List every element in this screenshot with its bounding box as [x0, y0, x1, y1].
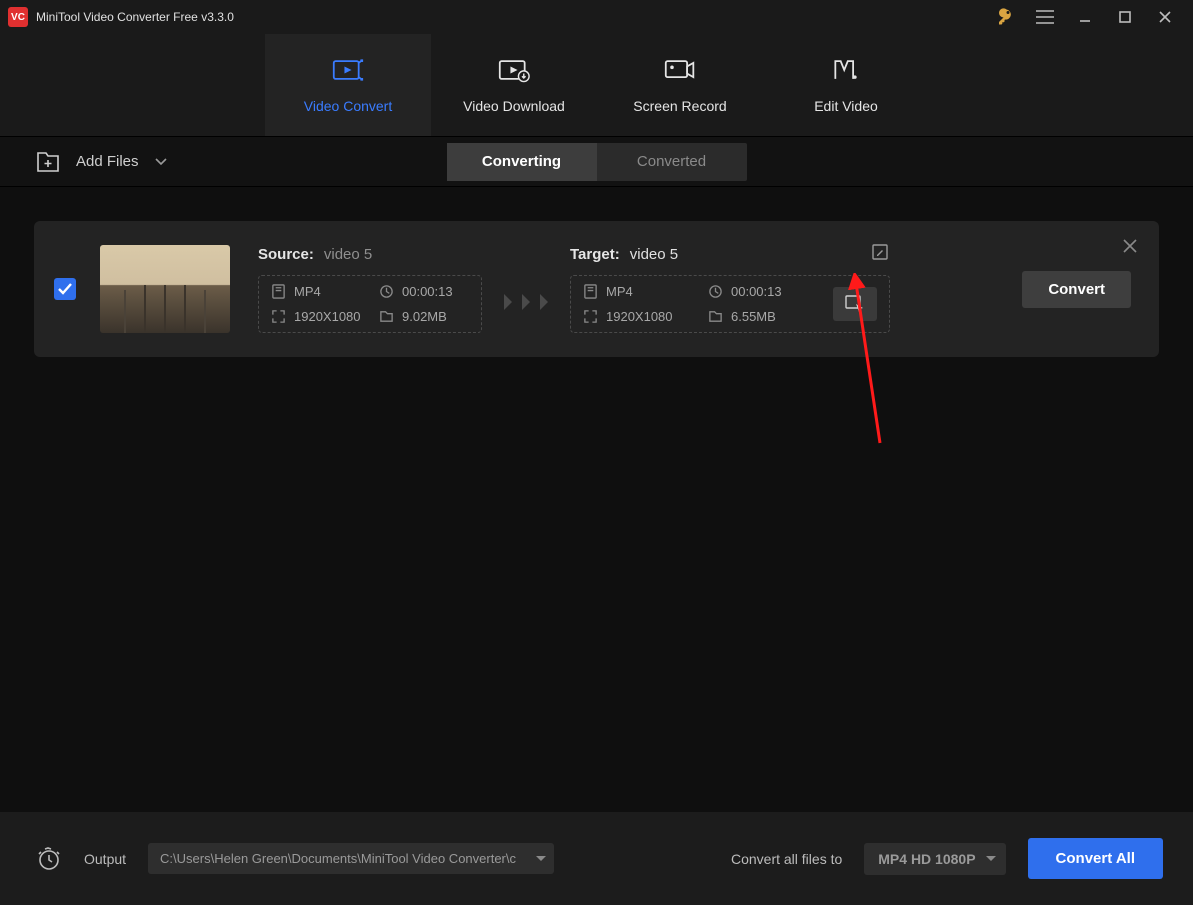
source-column: Source: video 5 MP4 00:00:13 1920X1080 9…	[258, 246, 482, 333]
output-label: Output	[84, 851, 126, 867]
title-bar: VC MiniTool Video Converter Free v3.3.0	[0, 0, 1193, 34]
edit-settings-button[interactable]	[833, 287, 877, 321]
close-button[interactable]	[1145, 3, 1185, 31]
chevron-down-icon	[536, 856, 546, 862]
convert-all-label: Convert all files to	[731, 851, 842, 867]
app-title: MiniTool Video Converter Free v3.3.0	[36, 10, 985, 24]
target-column: Target: video 5 MP4 00:00:13 1920X1080 6…	[570, 246, 890, 333]
add-file-icon	[36, 151, 60, 173]
footer-bar: Output C:\Users\Helen Green\Documents\Mi…	[0, 812, 1193, 905]
source-size: 9.02MB	[379, 309, 469, 324]
file-item: Source: video 5 MP4 00:00:13 1920X1080 9…	[34, 221, 1159, 357]
tab-converting[interactable]: Converting	[447, 143, 597, 181]
source-label: Source:	[258, 246, 314, 263]
sub-toolbar: Add Files Converting Converted	[0, 137, 1193, 187]
format-dropdown[interactable]: MP4 HD 1080P	[864, 843, 1005, 875]
target-duration: 00:00:13	[708, 284, 815, 299]
format-value: MP4 HD 1080P	[878, 851, 975, 867]
tab-edit-video[interactable]: Edit Video	[763, 34, 929, 136]
remove-item-icon[interactable]	[1123, 239, 1137, 253]
hamburger-menu-icon[interactable]	[1025, 3, 1065, 31]
target-resolution: 1920X1080	[583, 309, 690, 324]
minimize-button[interactable]	[1065, 3, 1105, 31]
key-icon[interactable]	[985, 3, 1025, 31]
maximize-button[interactable]	[1105, 3, 1145, 31]
target-info: MP4 00:00:13 1920X1080 6.55MB	[570, 275, 890, 333]
output-path-text: C:\Users\Helen Green\Documents\MiniTool …	[160, 851, 516, 866]
status-tabs: Converting Converted	[447, 143, 747, 181]
convert-button[interactable]: Convert	[1022, 271, 1131, 308]
arrow-icon	[500, 294, 552, 310]
check-icon	[58, 283, 72, 295]
add-files-button[interactable]: Add Files	[36, 151, 167, 173]
convert-all-button[interactable]: Convert All	[1028, 838, 1163, 879]
edit-target-name-icon[interactable]	[872, 244, 888, 260]
item-checkbox[interactable]	[54, 278, 76, 300]
target-label: Target:	[570, 246, 620, 263]
tab-converted[interactable]: Converted	[597, 143, 747, 181]
tab-video-download[interactable]: Video Download	[431, 34, 597, 136]
tab-screen-record[interactable]: Screen Record	[597, 34, 763, 136]
schedule-icon[interactable]	[36, 846, 62, 872]
tab-video-convert[interactable]: Video Convert	[265, 34, 431, 136]
tab-label: Edit Video	[814, 98, 878, 114]
output-path-dropdown[interactable]: C:\Users\Helen Green\Documents\MiniTool …	[148, 843, 554, 874]
app-icon: VC	[8, 7, 28, 27]
source-resolution: 1920X1080	[271, 309, 361, 324]
settings-cursor-icon	[845, 295, 865, 313]
file-list: Source: video 5 MP4 00:00:13 1920X1080 9…	[0, 187, 1193, 812]
target-size: 6.55MB	[708, 309, 815, 324]
source-info: MP4 00:00:13 1920X1080 9.02MB	[258, 275, 482, 333]
source-format: MP4	[271, 284, 361, 299]
tab-label: Screen Record	[633, 98, 726, 114]
main-tabs: Video Convert Video Download Screen Reco…	[0, 34, 1193, 137]
chevron-down-icon	[986, 856, 996, 862]
add-files-label: Add Files	[76, 153, 139, 170]
video-thumbnail[interactable]	[100, 245, 230, 333]
target-name: video 5	[630, 246, 678, 263]
source-duration: 00:00:13	[379, 284, 469, 299]
tab-label: Video Convert	[304, 98, 392, 114]
source-name: video 5	[324, 246, 372, 263]
chevron-down-icon	[155, 158, 167, 166]
target-format: MP4	[583, 284, 690, 299]
tab-label: Video Download	[463, 98, 565, 114]
